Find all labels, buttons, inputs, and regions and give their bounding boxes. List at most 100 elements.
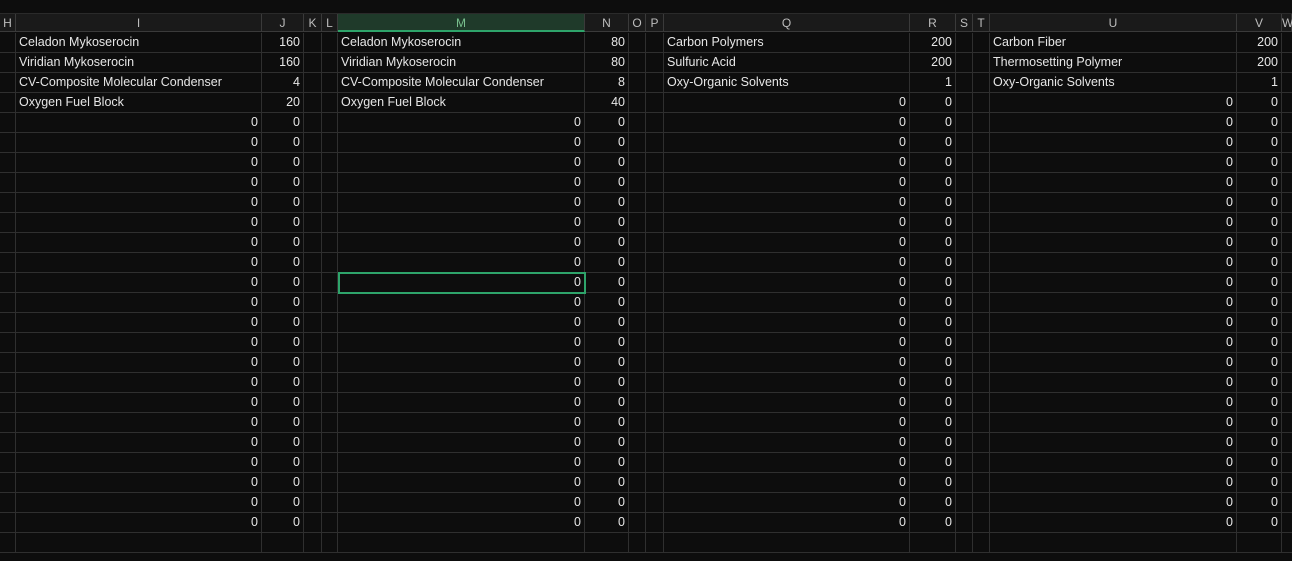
cell-t-17[interactable] [973,353,990,373]
cell-v-13[interactable]: 0 [1237,273,1282,293]
cell-r-22[interactable]: 0 [910,453,956,473]
cell-t-5[interactable] [973,113,990,133]
cell-r-7[interactable]: 0 [910,153,956,173]
cell-t-16[interactable] [973,333,990,353]
cell-q-19[interactable]: 0 [664,393,910,413]
cell-l-14[interactable] [322,293,338,313]
cell-o-5[interactable] [629,113,646,133]
cell-l-23[interactable] [322,473,338,493]
cell-l-8[interactable] [322,173,338,193]
cell-s-7[interactable] [956,153,973,173]
cell-h-10[interactable] [0,213,16,233]
cell-l-11[interactable] [322,233,338,253]
cell-k-12[interactable] [304,253,322,273]
cell-k-2[interactable] [304,53,322,73]
cell-u-3[interactable]: Oxy-Organic Solvents [990,73,1237,93]
cell-h-4[interactable] [0,93,16,113]
cell-h-23[interactable] [0,473,16,493]
cell-k-9[interactable] [304,193,322,213]
cell-n-18[interactable]: 0 [585,373,629,393]
cell-i-21[interactable]: 0 [16,433,262,453]
cell-s-12[interactable] [956,253,973,273]
cell-t-14[interactable] [973,293,990,313]
cell-p-25[interactable] [646,513,664,533]
cell-s-5[interactable] [956,113,973,133]
cell-v-1[interactable]: 200 [1237,33,1282,53]
cell-p-20[interactable] [646,413,664,433]
cell-p-8[interactable] [646,173,664,193]
cell-j-6[interactable]: 0 [262,133,304,153]
cell-t-9[interactable] [973,193,990,213]
cell-o-9[interactable] [629,193,646,213]
cell-m-6[interactable]: 0 [338,133,585,153]
cell-n-6[interactable]: 0 [585,133,629,153]
cell-h-18[interactable] [0,373,16,393]
cell-j-2[interactable]: 160 [262,53,304,73]
cell-p-17[interactable] [646,353,664,373]
cell-k-4[interactable] [304,93,322,113]
column-header-p[interactable]: P [646,14,664,32]
cell-r-8[interactable]: 0 [910,173,956,193]
column-header-n[interactable]: N [585,14,629,32]
cell-k-20[interactable] [304,413,322,433]
cell-m-20[interactable]: 0 [338,413,585,433]
cell-i-10[interactable]: 0 [16,213,262,233]
cell-j-9[interactable]: 0 [262,193,304,213]
cell-i-26[interactable] [16,533,262,553]
cell-m-8[interactable]: 0 [338,173,585,193]
cell-u-2[interactable]: Thermosetting Polymer [990,53,1237,73]
cell-l-24[interactable] [322,493,338,513]
cell-p-11[interactable] [646,233,664,253]
cell-j-10[interactable]: 0 [262,213,304,233]
cell-i-16[interactable]: 0 [16,333,262,353]
cell-r-17[interactable]: 0 [910,353,956,373]
cell-u-13[interactable]: 0 [990,273,1237,293]
cell-l-6[interactable] [322,133,338,153]
cell-h-24[interactable] [0,493,16,513]
cell-i-14[interactable]: 0 [16,293,262,313]
cell-m-9[interactable]: 0 [338,193,585,213]
cell-u-6[interactable]: 0 [990,133,1237,153]
cell-r-9[interactable]: 0 [910,193,956,213]
cell-q-6[interactable]: 0 [664,133,910,153]
cell-u-15[interactable]: 0 [990,313,1237,333]
cell-h-25[interactable] [0,513,16,533]
cell-h-3[interactable] [0,73,16,93]
cell-u-12[interactable]: 0 [990,253,1237,273]
cell-k-3[interactable] [304,73,322,93]
cell-s-3[interactable] [956,73,973,93]
cell-p-21[interactable] [646,433,664,453]
cell-m-1[interactable]: Celadon Mykoserocin [338,33,585,53]
cell-p-1[interactable] [646,33,664,53]
cell-i-8[interactable]: 0 [16,173,262,193]
cell-v-6[interactable]: 0 [1237,133,1282,153]
cell-u-4[interactable]: 0 [990,93,1237,113]
cell-t-11[interactable] [973,233,990,253]
cell-p-7[interactable] [646,153,664,173]
cell-m-25[interactable]: 0 [338,513,585,533]
cell-p-9[interactable] [646,193,664,213]
cell-s-1[interactable] [956,33,973,53]
cell-v-20[interactable]: 0 [1237,413,1282,433]
cell-r-12[interactable]: 0 [910,253,956,273]
cell-m-22[interactable]: 0 [338,453,585,473]
cell-w-9[interactable] [1282,193,1292,213]
cell-r-20[interactable]: 0 [910,413,956,433]
cell-k-21[interactable] [304,433,322,453]
cell-k-8[interactable] [304,173,322,193]
cell-i-19[interactable]: 0 [16,393,262,413]
cell-w-16[interactable] [1282,333,1292,353]
cell-k-6[interactable] [304,133,322,153]
cell-t-6[interactable] [973,133,990,153]
cell-k-26[interactable] [304,533,322,553]
cell-t-18[interactable] [973,373,990,393]
cell-m-18[interactable]: 0 [338,373,585,393]
cell-o-11[interactable] [629,233,646,253]
cell-i-1[interactable]: Celadon Mykoserocin [16,33,262,53]
cell-n-25[interactable]: 0 [585,513,629,533]
cell-m-11[interactable]: 0 [338,233,585,253]
cell-j-1[interactable]: 160 [262,33,304,53]
cell-n-8[interactable]: 0 [585,173,629,193]
cell-n-12[interactable]: 0 [585,253,629,273]
cell-r-13[interactable]: 0 [910,273,956,293]
